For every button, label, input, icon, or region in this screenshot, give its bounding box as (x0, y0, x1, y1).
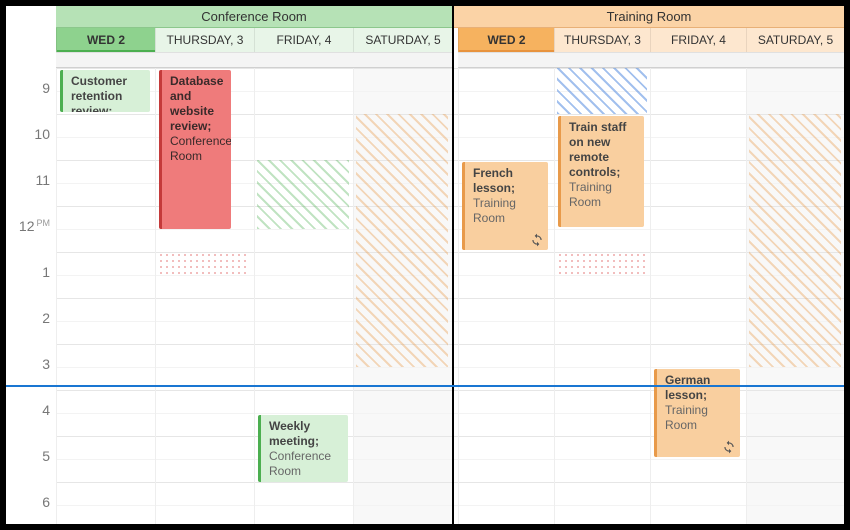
day-header-train-wed[interactable]: WED 2 (458, 28, 554, 52)
day-header-train-thu[interactable]: THURSDAY, 3 (554, 28, 650, 52)
current-time-indicator (6, 385, 844, 387)
event-french-lesson[interactable]: French lesson; Training Room (462, 162, 548, 250)
event-title: Database and website review; (170, 74, 225, 134)
event-title: German lesson; (665, 373, 734, 403)
event-title: Train staff on new remote controls; (569, 120, 638, 180)
event-location: Training Room (569, 180, 612, 209)
event-location: Training Room (473, 196, 516, 225)
event-location: Conference Room (170, 134, 231, 163)
event-database-review[interactable]: Database and website review; Conference … (159, 70, 231, 229)
resource-header-training[interactable]: Training Room (454, 6, 844, 28)
event-title: Weekly meeting; (269, 419, 342, 449)
allday-row-conf[interactable] (56, 52, 452, 68)
time-label-11: 11 (6, 172, 50, 188)
event-title: Customer retention review; (71, 74, 144, 112)
event-location: Conference Room (269, 449, 331, 478)
time-label-12-num: 12 (19, 218, 35, 234)
day-header-conf-thu[interactable]: THURSDAY, 3 (155, 28, 254, 52)
event-location: Training Room (665, 403, 708, 432)
time-label-1: 1 (6, 264, 50, 280)
busy-dots-train-thu (557, 252, 647, 275)
resource-header-conference[interactable]: Conference Room (56, 6, 452, 28)
busy-dots-conf-thu (158, 252, 250, 275)
time-label-3: 3 (6, 356, 50, 372)
event-train-staff[interactable]: Train staff on new remote controls; Trai… (558, 116, 644, 227)
time-label-12: 12PM (6, 218, 50, 234)
day-header-train-fri[interactable]: FRIDAY, 4 (650, 28, 746, 52)
event-customer-retention[interactable]: Customer retention review; Conference Ro… (60, 70, 150, 112)
allday-row-train[interactable] (458, 52, 844, 68)
day-header-conf-wed[interactable]: WED 2 (56, 28, 155, 52)
day-header-conf-fri[interactable]: FRIDAY, 4 (254, 28, 353, 52)
time-label-9: 9 (6, 80, 50, 96)
day-header-train-sat[interactable]: SATURDAY, 5 (746, 28, 844, 52)
busy-hatch-conf-fri (257, 160, 349, 229)
time-label-2: 2 (6, 310, 50, 326)
time-label-6: 6 (6, 494, 50, 510)
time-label-5: 5 (6, 448, 50, 464)
time-label-10: 10 (6, 126, 50, 142)
time-label-4: 4 (6, 402, 50, 418)
time-label-12-ampm: PM (37, 218, 51, 228)
scheduler-resource-view: Conference Room Training Room WED 2 THUR… (0, 0, 850, 530)
resource-divider (452, 6, 454, 524)
recurring-icon (530, 233, 544, 247)
recurring-icon (722, 440, 736, 454)
day-header-conf-sat[interactable]: SATURDAY, 5 (353, 28, 452, 52)
event-weekly-meeting[interactable]: Weekly meeting; Conference Room (258, 415, 348, 482)
event-german-lesson[interactable]: German lesson; Training Room (654, 369, 740, 457)
event-title: French lesson; (473, 166, 542, 196)
